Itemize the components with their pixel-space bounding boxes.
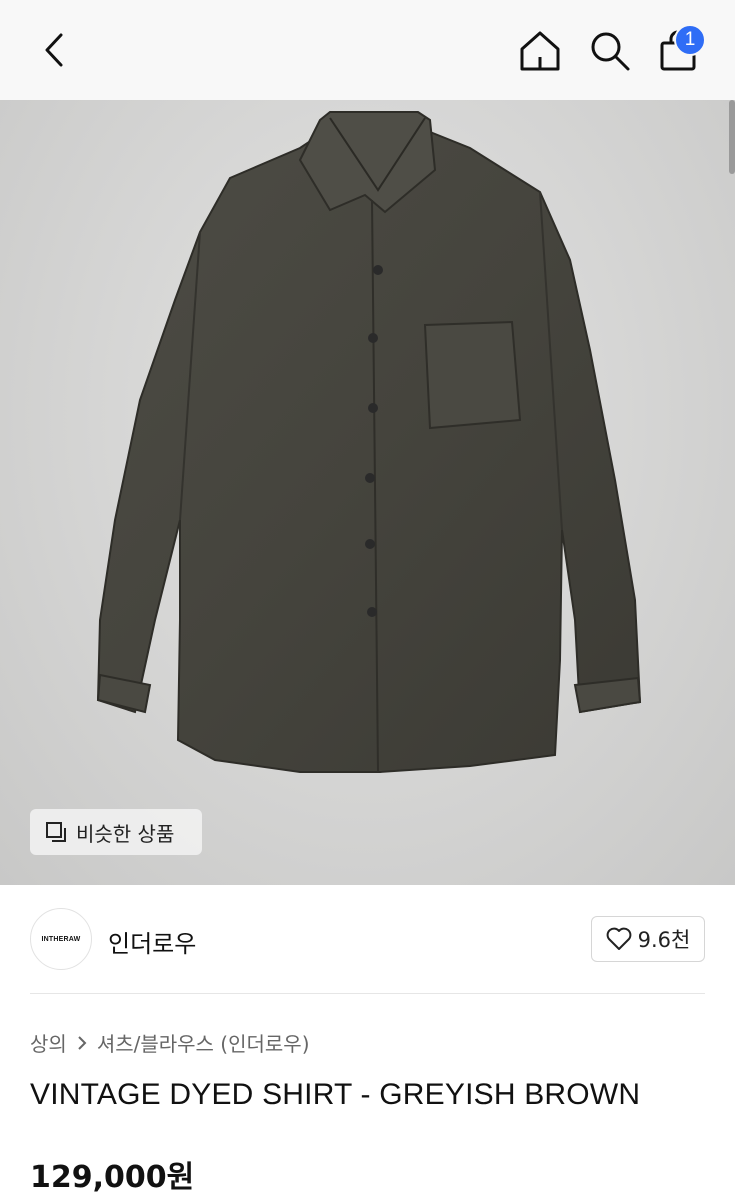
breadcrumb: 상의 셔츠/블라우스 (인더로우)	[30, 1028, 310, 1057]
chevron-left-icon	[45, 33, 63, 67]
chevron-right-icon	[78, 1035, 87, 1050]
product-price: 129,000원	[30, 1160, 195, 1195]
page-scrollbar[interactable]	[729, 100, 735, 174]
similar-products-button[interactable]: 비슷한 상품	[30, 809, 202, 855]
top-navigation-bar	[0, 0, 735, 100]
cart-count-badge: 1	[674, 24, 706, 56]
home-icon	[520, 31, 560, 71]
brand-logo[interactable]: INTHERAW	[30, 908, 92, 970]
shirt-image	[96, 111, 642, 773]
divider	[30, 993, 705, 994]
brand-row: INTHERAW 인더로우 9.6천	[30, 908, 705, 970]
breadcrumb-subcategory[interactable]: 셔츠/블라우스 (인더로우)	[97, 1028, 310, 1057]
search-icon	[591, 32, 630, 71]
heart-icon	[606, 927, 632, 950]
like-count: 9.6천	[637, 928, 691, 952]
similar-products-label: 비슷한 상품	[76, 821, 175, 846]
home-button[interactable]	[512, 24, 568, 78]
product-title: VINTAGE DYED SHIRT - GREYISH BROWN	[30, 1078, 641, 1111]
product-image[interactable]	[0, 100, 735, 885]
back-button[interactable]	[28, 22, 80, 78]
search-button[interactable]	[582, 24, 638, 78]
like-button[interactable]: 9.6천	[591, 916, 705, 962]
breadcrumb-category[interactable]: 상의	[30, 1028, 67, 1057]
brand-name[interactable]: 인더로우	[108, 924, 196, 959]
similar-items-icon	[46, 822, 66, 842]
